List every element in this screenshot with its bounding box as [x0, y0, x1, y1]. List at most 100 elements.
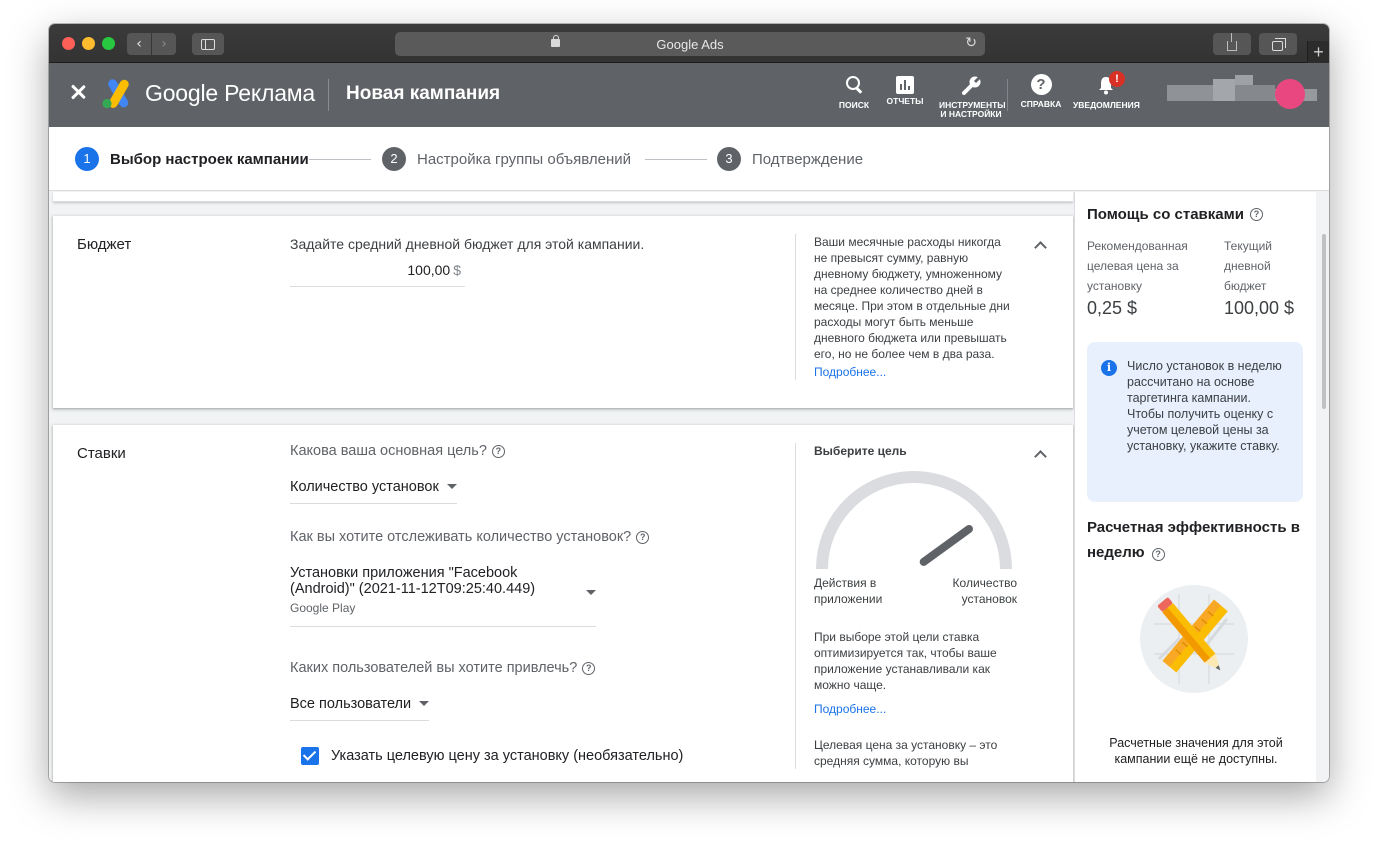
- bids-card: Ставки Какова ваша основная цель?? Колич…: [53, 425, 1073, 782]
- budget-input[interactable]: 100,00 $: [290, 260, 465, 287]
- share-button[interactable]: [1213, 33, 1251, 55]
- browser-toolbar: ‹ › Google Ads ↻ +: [49, 24, 1329, 63]
- product-name: Google Реклама: [145, 80, 316, 106]
- budget-value: 100,00: [407, 262, 451, 278]
- new-tab-button[interactable]: +: [1307, 41, 1329, 63]
- page-scrollbar[interactable]: [1322, 234, 1326, 409]
- close-window-button[interactable]: [62, 37, 75, 50]
- chevron-right-icon: ›: [161, 36, 167, 52]
- gauge-right-label: Количество установок: [952, 576, 1017, 606]
- header-help-label: СПРАВКА: [1020, 99, 1062, 109]
- target-cpi-checkbox[interactable]: [301, 747, 319, 765]
- caret-down-icon: [586, 590, 596, 595]
- collapse-budget-chevron-up-icon[interactable]: [1033, 238, 1047, 252]
- main-content: Бюджет Задайте средний дневной бюджет дл…: [49, 192, 1329, 782]
- goal-learn-more-link[interactable]: Подробнее...: [814, 701, 1017, 717]
- help-circle-icon[interactable]: ?: [1249, 208, 1263, 221]
- budget-help-text: Ваши месячные расходы никогда не превыся…: [814, 235, 1010, 361]
- lock-icon: [551, 35, 560, 47]
- address-bar[interactable]: Google Ads ↻: [395, 32, 985, 56]
- search-icon: [843, 74, 865, 96]
- caret-down-icon: [446, 483, 457, 489]
- target-cpi-label: Указать целевую цену за установку (необя…: [331, 748, 684, 764]
- help-circle-icon[interactable]: ?: [491, 444, 505, 458]
- target-cpi-help-text: Целевая цена за установку – это средняя …: [814, 738, 998, 768]
- weekly-performance-title: Расчетная эффективность в неделю?: [1087, 519, 1300, 561]
- step-number: 3: [717, 147, 741, 171]
- sidebar-icon: [201, 38, 215, 50]
- header-search-button[interactable]: ПОИСК: [837, 74, 871, 110]
- budget-currency: $: [453, 262, 461, 278]
- back-button[interactable]: ‹: [127, 33, 151, 55]
- users-dropdown[interactable]: Все пользователи: [290, 696, 430, 721]
- goal-help-text: При выборе этой цели ставка оптимизирует…: [814, 630, 997, 692]
- minimize-window-button[interactable]: [82, 37, 95, 50]
- users-question: Каких пользователей вы хотите привлечь??: [290, 660, 596, 676]
- header-search-label: ПОИСК: [838, 100, 870, 110]
- budget-learn-more-link[interactable]: Подробнее...: [814, 364, 1017, 380]
- header-help-button[interactable]: ? СПРАВКА: [1019, 74, 1063, 109]
- gauge-left-label: Действия в приложении: [814, 576, 883, 606]
- address-text: Google Ads: [656, 36, 724, 52]
- help-circle-icon[interactable]: ?: [636, 530, 650, 544]
- budget-label: Задайте средний дневной бюджет для этой …: [290, 236, 645, 252]
- budget-help-panel: Ваши месячные расходы никогда не превыся…: [795, 234, 1017, 380]
- info-icon: i: [1101, 360, 1117, 376]
- header-notifications-button[interactable]: ! УВЕДОМЛЕНИЯ: [1073, 71, 1140, 110]
- gauge-needle: [919, 525, 973, 566]
- tracking-question: Как вы хотите отслеживать количество уст…: [290, 529, 650, 545]
- step-label: Выбор настроек кампании: [110, 150, 309, 168]
- goal-dropdown[interactable]: Количество установок: [290, 479, 457, 504]
- current-budget-label: Текущий дневной бюджет: [1224, 239, 1272, 293]
- gauge-labels: Действия в приложении Количество установ…: [814, 575, 1017, 607]
- header-reports-button[interactable]: ОТЧЕТЫ: [885, 74, 925, 106]
- wrench-icon: [962, 74, 982, 95]
- step-ad-group-settings[interactable]: 2 Настройка группы объявлений: [382, 147, 631, 171]
- step-connector: [309, 159, 371, 160]
- header-separator: [1007, 79, 1008, 111]
- share-icon: [1227, 33, 1237, 51]
- goal-question: Какова ваша основная цель??: [290, 443, 505, 459]
- bid-help-title: Помощь со ставками?: [1087, 206, 1263, 223]
- caret-down-icon: [419, 700, 430, 706]
- collapse-bids-chevron-up-icon[interactable]: [1033, 447, 1047, 461]
- sidebar-toggle-button[interactable]: [192, 33, 224, 55]
- chevron-left-icon: ‹: [136, 36, 142, 52]
- step-campaign-settings[interactable]: 1 Выбор настроек кампании: [75, 147, 309, 171]
- previous-card: [53, 192, 1073, 202]
- notification-badge: !: [1109, 71, 1125, 87]
- header-tools-button[interactable]: ИНСТРУМЕНТЫ И НАСТРОЙКИ: [939, 74, 1006, 119]
- info-box: i Число установок в неделю рассчитано на…: [1087, 342, 1303, 502]
- show-tabs-button[interactable]: [1259, 33, 1297, 55]
- recommended-cpi-label: Рекомендованная целевая цена за установк…: [1087, 239, 1188, 293]
- conversion-action-dropdown[interactable]: Установки приложения "Facebook (Android)…: [290, 565, 596, 627]
- target-cpi-checkbox-row[interactable]: Указать целевую цену за установку (необя…: [301, 747, 683, 765]
- header-notifications-label: УВЕДОМЛЕНИЯ: [1073, 100, 1140, 110]
- current-budget-value: 100,00 $: [1224, 298, 1295, 318]
- header-tools-label: ИНСТРУМЕНТЫ И НАСТРОЙКИ: [939, 100, 1006, 119]
- goal-help-panel: Выберите цель Действия в приложении Коли…: [795, 443, 1017, 769]
- conversion-action-value: Установки приложения "Facebook (Android)…: [290, 565, 536, 597]
- step-label: Настройка группы объявлений: [417, 150, 632, 168]
- google-ads-logo: [102, 79, 129, 109]
- help-circle-icon[interactable]: ?: [582, 661, 596, 675]
- recommended-cpi-value: 0,25 $: [1087, 298, 1138, 318]
- goal-gauge: [816, 471, 1012, 570]
- app-header: Google Реклама Новая кампания ПОИСК ОТЧЕ…: [49, 63, 1329, 127]
- page-title: Новая кампания: [346, 83, 501, 104]
- weekly-performance-note: Расчетные значения для этой кампании ещё…: [1109, 736, 1283, 766]
- pencil-ruler-illustration: [1140, 585, 1248, 693]
- info-text: Число установок в неделю рассчитано на о…: [1127, 359, 1282, 453]
- campaign-stepper: 1 Выбор настроек кампании 2 Настройка гр…: [49, 127, 1329, 191]
- step-label: Подтверждение: [752, 150, 864, 168]
- zoom-window-button[interactable]: [102, 37, 115, 50]
- avatar[interactable]: [1275, 79, 1305, 109]
- bids-title: Ставки: [77, 445, 126, 462]
- goal-help-heading: Выберите цель: [814, 444, 907, 458]
- step-connector: [645, 159, 707, 160]
- step-confirmation[interactable]: 3 Подтверждение: [717, 147, 863, 171]
- forward-button[interactable]: ›: [152, 33, 176, 55]
- help-circle-icon[interactable]: ?: [1151, 548, 1165, 561]
- reload-icon[interactable]: ↻: [965, 35, 977, 51]
- close-icon[interactable]: [67, 81, 89, 103]
